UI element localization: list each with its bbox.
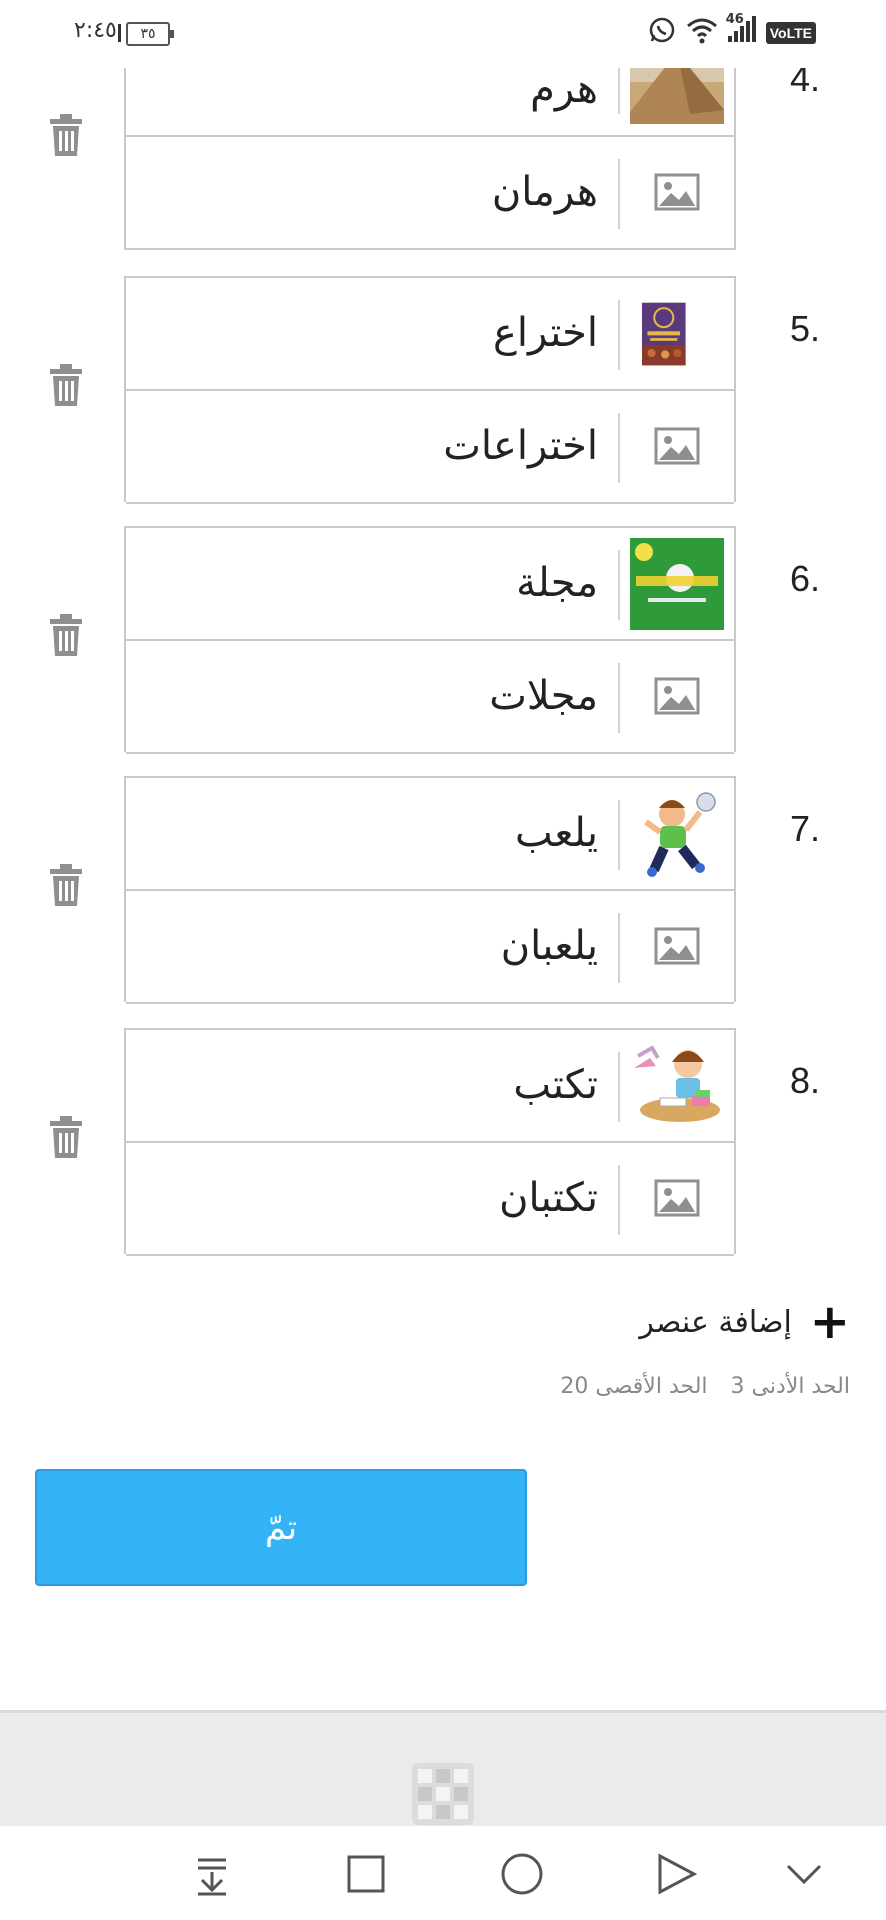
plural-field[interactable]: يلعبان	[126, 891, 734, 1004]
whatsapp-icon	[648, 16, 676, 50]
field-divider	[618, 550, 620, 620]
image-placeholder-icon[interactable]	[654, 173, 700, 211]
image-placeholder-icon[interactable]	[654, 677, 700, 715]
plural-word: هرمان	[491, 169, 598, 215]
boy-playing-thumbnail[interactable]	[630, 788, 724, 880]
plus-icon: +	[809, 1294, 850, 1350]
field-divider	[618, 300, 620, 370]
item-number: 6.	[789, 558, 820, 599]
plural-word: تكتبان	[499, 1175, 598, 1221]
home-circle-icon[interactable]	[498, 1850, 546, 1898]
plural-field[interactable]: تكتبان	[126, 1143, 734, 1256]
field-divider	[618, 800, 620, 870]
item-limits: الحد الأدنى 3 الحد الأقصى 20	[544, 1374, 850, 1399]
field-divider	[618, 159, 620, 229]
image-placeholder-icon[interactable]	[654, 927, 700, 965]
plural-word: مجلات	[489, 673, 598, 719]
trash-icon[interactable]	[48, 364, 84, 408]
plural-word: يلعبان	[500, 923, 598, 969]
keyboard-toolbar	[0, 1710, 886, 1829]
trash-icon[interactable]	[48, 1116, 84, 1160]
trash-icon[interactable]	[48, 114, 84, 158]
plural-field[interactable]: هرمان	[126, 137, 734, 250]
notification-pull-icon[interactable]	[188, 1850, 236, 1898]
signal-icon: 46	[726, 12, 756, 48]
battery-icon: ٣٥	[126, 22, 174, 46]
add-item-label: إضافة عنصر	[639, 1304, 792, 1340]
girl-writing-thumbnail[interactable]	[630, 1040, 724, 1132]
field-divider	[618, 913, 620, 983]
field-divider	[618, 663, 620, 733]
trash-icon[interactable]	[48, 614, 84, 658]
field-divider	[618, 1165, 620, 1235]
status-icons: 46 VoLTE	[648, 12, 816, 50]
item-card: مجلة مجلات	[124, 526, 736, 754]
item-card: يلعب يلعبان	[124, 776, 736, 1004]
plural-field[interactable]: اختراعات	[126, 391, 734, 504]
max-limit: الحد الأقصى 20	[560, 1374, 708, 1399]
volte-icon: VoLTE	[765, 22, 816, 44]
singular-word: تكتب	[513, 1062, 598, 1108]
done-button[interactable]: تمّ	[35, 1469, 527, 1586]
item-number: 7.	[789, 808, 820, 849]
done-button-label: تمّ	[264, 1507, 298, 1548]
singular-field[interactable]: يلعب	[126, 778, 734, 891]
chevron-down-icon[interactable]	[780, 1850, 828, 1898]
battery-separator	[118, 24, 121, 42]
status-bar: ٢:٤٥ ٣٥ 46 VoLTE	[0, 0, 886, 68]
singular-field[interactable]: اختراع	[126, 278, 734, 391]
trash-icon[interactable]	[48, 864, 84, 908]
singular-word: يلعب	[515, 810, 598, 856]
singular-field[interactable]: تكتب	[126, 1030, 734, 1143]
item-card: تكتب تكتبان	[124, 1028, 736, 1256]
add-item-button[interactable]: + إضافة عنصر	[639, 1294, 850, 1350]
recents-square-icon[interactable]	[342, 1850, 390, 1898]
item-number: 8.	[789, 1060, 820, 1101]
singular-word: اختراع	[493, 310, 598, 356]
item-number: 5.	[789, 308, 820, 349]
item-card: اختراع اختراعات	[124, 276, 736, 504]
image-placeholder-icon[interactable]	[654, 1179, 700, 1217]
plural-word: اختراعات	[443, 423, 598, 469]
system-nav-bar	[0, 1826, 886, 1920]
keyboard-icon[interactable]	[410, 1761, 476, 1827]
plural-field[interactable]: مجلات	[126, 641, 734, 754]
singular-field[interactable]: مجلة	[126, 528, 734, 641]
book-cover-thumbnail[interactable]	[642, 288, 706, 380]
magazine-thumbnail[interactable]	[630, 538, 724, 630]
wifi-icon	[686, 16, 718, 50]
status-time: ٢:٤٥	[74, 18, 117, 43]
singular-word: هرم	[530, 66, 598, 112]
field-divider	[618, 1052, 620, 1122]
back-triangle-icon[interactable]	[652, 1850, 700, 1898]
network-type-label: 46	[725, 12, 744, 27]
min-limit: الحد الأدنى 3	[730, 1374, 850, 1399]
image-placeholder-icon[interactable]	[654, 427, 700, 465]
field-divider	[618, 413, 620, 483]
singular-word: مجلة	[516, 560, 598, 606]
